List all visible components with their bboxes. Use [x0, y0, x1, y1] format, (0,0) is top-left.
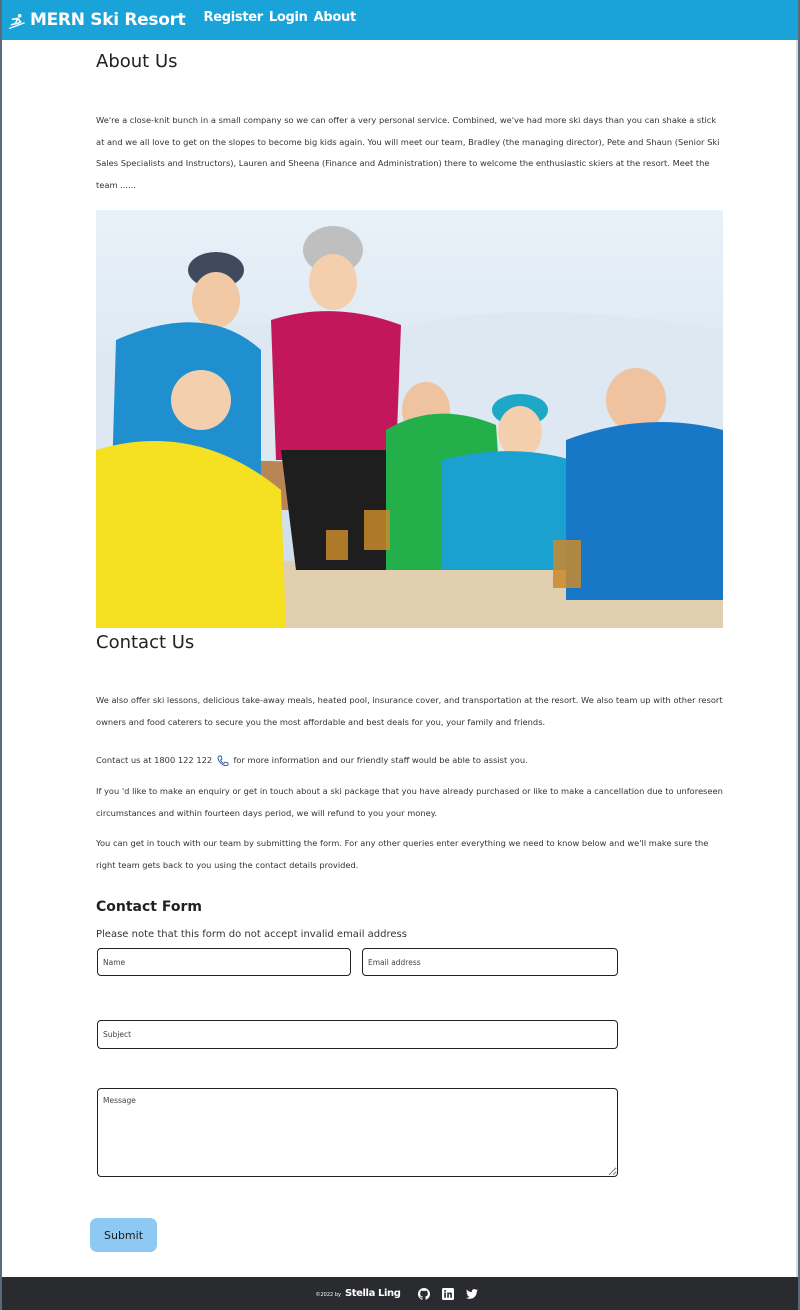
author-name: Stella Ling: [344, 1288, 401, 1299]
page: MERN Ski Resort Register Login About Abo…: [2, 0, 798, 1310]
nav-register[interactable]: Register: [204, 10, 264, 25]
github-icon[interactable]: [418, 1287, 431, 1300]
brand-title[interactable]: MERN Ski Resort: [30, 10, 186, 30]
contact-text-refund: If you 'd like to make an enquiry or get…: [96, 786, 723, 818]
twitter-icon[interactable]: [466, 1288, 479, 1300]
about-title: About Us: [96, 51, 178, 72]
contact-text-form: You can get in touch with our team by su…: [96, 838, 709, 870]
contact-text-phone: Contact us at 1800 122 122 for more info…: [96, 750, 726, 772]
subject-input[interactable]: [97, 1020, 618, 1049]
message-input[interactable]: [97, 1088, 618, 1177]
scrollbar-edge: [796, 40, 798, 1277]
nav-about[interactable]: About: [314, 10, 357, 25]
team-photo: [96, 210, 723, 628]
navbar: MERN Ski Resort Register Login About: [2, 0, 798, 40]
copyright-text: ©2022 by: [315, 1292, 341, 1298]
form-note: Please note that this form do not accept…: [96, 929, 407, 940]
email-input[interactable]: [362, 948, 618, 976]
phone-text: Contact us at 1800 122 122: [96, 755, 213, 765]
skier-icon: [9, 13, 25, 29]
contact-title: Contact Us: [96, 632, 195, 653]
linkedin-icon[interactable]: [442, 1287, 455, 1300]
phone-icon[interactable]: [217, 755, 229, 767]
name-input[interactable]: [97, 948, 351, 976]
about-text: We're a close-knit bunch in a small comp…: [96, 115, 720, 190]
phone-text-after: for more information and our friendly st…: [233, 755, 528, 765]
footer: ©2022 by Stella Ling: [2, 1277, 798, 1310]
nav-links: Register Login About: [204, 10, 362, 25]
contact-text-services: We also offer ski lessons, delicious tak…: [96, 695, 723, 727]
form-title: Contact Form: [96, 899, 202, 915]
nav-login[interactable]: Login: [269, 10, 308, 25]
submit-button[interactable]: Submit: [90, 1218, 157, 1252]
